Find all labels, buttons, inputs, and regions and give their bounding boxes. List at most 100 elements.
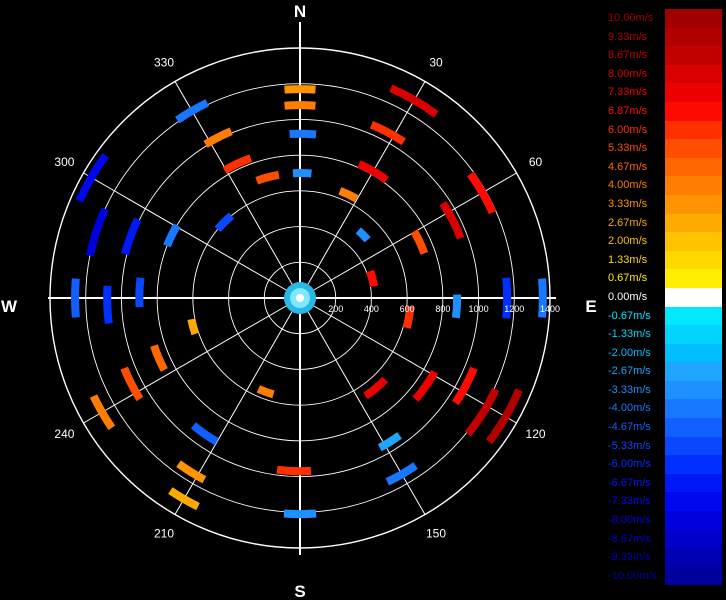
- legend-swatch: [665, 529, 722, 549]
- legend-label: -2.00m/s: [608, 346, 651, 359]
- legend-swatch: [665, 64, 722, 84]
- legend-label: 7.33m/s: [608, 86, 648, 99]
- radar-center: [284, 282, 316, 314]
- azimuth-label: 120: [526, 427, 546, 441]
- legend-swatch: [665, 83, 722, 102]
- azimuth-label: 300: [54, 155, 74, 169]
- legend-entry: -0.67m/s: [606, 306, 722, 326]
- legend-swatch: [665, 511, 722, 530]
- compass-e: E: [585, 297, 596, 316]
- legend-swatch: [665, 27, 722, 47]
- velocity-gate: [366, 269, 379, 287]
- legend-swatch: [665, 436, 722, 456]
- legend-swatch: [665, 250, 722, 270]
- velocity-gate: [168, 487, 200, 511]
- velocity-gate: [255, 170, 280, 185]
- legend-entry: -8.67m/s: [606, 529, 722, 549]
- velocity-gate: [355, 227, 371, 243]
- legend-entry: -1.33m/s: [606, 325, 722, 344]
- legend-swatch: [665, 455, 722, 474]
- azimuth-label: 60: [529, 155, 543, 169]
- velocity-gate: [163, 223, 181, 248]
- legend-swatch: [665, 492, 722, 512]
- legend-entry: 6.00m/s: [606, 120, 722, 140]
- legend-label: -0.67m/s: [608, 309, 651, 322]
- azimuth-label: 210: [154, 527, 174, 541]
- legend-entry: 0.00m/s: [606, 287, 722, 307]
- legend-entry: -6.00m/s: [606, 455, 722, 474]
- legend-entry: 2.00m/s: [606, 232, 722, 251]
- legend-label: 1.33m/s: [608, 253, 648, 266]
- legend-label: -7.33m/s: [608, 495, 651, 508]
- velocity-gate: [175, 99, 210, 124]
- velocity-gate: [385, 462, 418, 486]
- azimuth-spoke: [83, 172, 301, 299]
- velocity-gate: [467, 171, 497, 215]
- legend-label: 6.00m/s: [608, 123, 648, 136]
- legend-label: -3.33m/s: [608, 383, 651, 396]
- legend-entry: -9.33m/s: [606, 548, 722, 567]
- velocity-gate: [284, 85, 316, 94]
- velocity-gate: [222, 154, 253, 174]
- legend-entry: 9.33m/s: [606, 27, 722, 47]
- azimuth-label: 330: [154, 55, 174, 69]
- legend-label: -8.67m/s: [608, 532, 651, 545]
- range-tick-label: 1200: [504, 304, 524, 314]
- legend-label: 9.33m/s: [608, 30, 648, 43]
- legend-swatch: [665, 287, 722, 307]
- azimuth-spoke: [299, 297, 426, 515]
- legend-swatch: [665, 380, 722, 400]
- compass-w: W: [1, 297, 18, 316]
- azimuth-label: 150: [426, 527, 446, 541]
- legend-entry: -10.00m/s: [606, 566, 722, 586]
- legend-entry: 7.33m/s: [606, 83, 722, 102]
- velocity-gate: [363, 376, 389, 400]
- legend-swatch: [665, 213, 722, 233]
- azimuth-spoke: [83, 297, 301, 424]
- radar-site-marker: [296, 294, 304, 302]
- legend-entry: 1.33m/s: [606, 250, 722, 270]
- velocity-gate: [120, 366, 144, 402]
- legend-swatch: [665, 566, 722, 586]
- velocity-gate: [292, 169, 312, 178]
- legend-entry: -5.33m/s: [606, 436, 722, 456]
- legend-label: -4.00m/s: [608, 402, 651, 415]
- legend-label: -8.00m/s: [608, 514, 651, 527]
- radar-ppi-plot: 200 400 600 800 1000 1200 1400 30 60 120 150 210 240…: [1, 2, 597, 600]
- legend-entry: 8.00m/s: [606, 64, 722, 84]
- range-tick-label: 600: [400, 304, 415, 314]
- velocity-gate: [176, 460, 207, 484]
- legend-label: 6.87m/s: [608, 104, 648, 117]
- legend-label: 0.67m/s: [608, 272, 648, 285]
- legend-swatch: [665, 473, 722, 493]
- legend-swatch: [665, 343, 722, 363]
- legend-entry: 10.00m/s: [606, 9, 722, 28]
- legend-entry: 0.67m/s: [606, 269, 722, 288]
- legend-label: -5.33m/s: [608, 439, 651, 452]
- legend-label: 3.33m/s: [608, 197, 648, 210]
- legend-label: -1.33m/s: [608, 328, 651, 341]
- legend-label: -2.67m/s: [608, 365, 651, 378]
- legend-label: 0.00m/s: [608, 290, 648, 303]
- legend-label: 10.00m/s: [608, 12, 654, 24]
- azimuth-spoke: [299, 81, 426, 299]
- range-tick-label: 200: [328, 304, 343, 314]
- velocity-gate: [412, 369, 439, 402]
- legend-entry: 5.33m/s: [606, 139, 722, 158]
- legend-label: 5.33m/s: [608, 142, 648, 155]
- legend-swatch: [665, 362, 722, 381]
- velocity-gate: [214, 212, 235, 233]
- compass-s: S: [294, 582, 305, 600]
- velocity-gate: [150, 344, 168, 372]
- azimuth-label: 30: [429, 55, 443, 69]
- legend-label: 2.00m/s: [608, 235, 648, 248]
- velocity-gate: [377, 432, 402, 452]
- velocity-color-legend: 10.00m/s 9.33m/s 8.67m/s 8.00m/s 7.33m/s 6.87…: [606, 9, 722, 586]
- legend-entry: -4.67m/s: [606, 418, 722, 437]
- range-tick-label: 1400: [540, 304, 560, 314]
- legend-label: 4.00m/s: [608, 179, 648, 192]
- legend-label: 8.00m/s: [608, 67, 648, 80]
- legend-label: -6.00m/s: [608, 458, 651, 471]
- legend-swatch: [665, 176, 722, 195]
- legend-swatch: [665, 120, 722, 140]
